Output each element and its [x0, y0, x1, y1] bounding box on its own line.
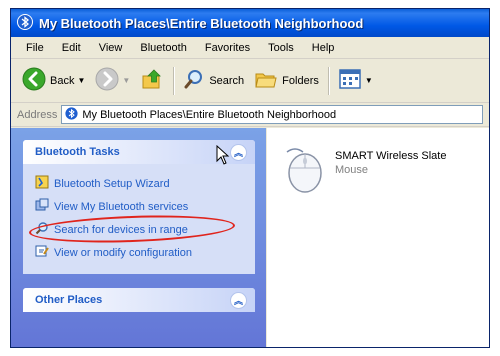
bluetooth-tasks-title: Bluetooth Tasks [35, 146, 120, 158]
task-label: View My Bluetooth services [54, 200, 189, 213]
task-label: Bluetooth Setup Wizard [54, 177, 170, 190]
up-folder-icon [140, 67, 164, 94]
configuration-icon [35, 244, 49, 261]
content-pane: SMART Wireless Slate Mouse [267, 128, 489, 347]
menu-favorites[interactable]: Favorites [196, 42, 259, 54]
menu-edit[interactable]: Edit [53, 42, 90, 54]
back-dropdown-icon[interactable]: ▼ [77, 76, 85, 85]
views-button[interactable]: ▼ [333, 65, 378, 97]
other-places-header[interactable]: Other Places ︽ [23, 288, 255, 312]
collapse-chevron-icon[interactable]: ︽ [230, 143, 247, 161]
address-value: My Bluetooth Places\Entire Bluetooth Nei… [82, 108, 337, 121]
toolbar-separator [327, 66, 329, 95]
mouse-pointer-icon [216, 144, 230, 168]
toolbar-separator [173, 66, 175, 95]
views-icon [338, 68, 362, 93]
wizard-icon [35, 175, 49, 192]
device-name: SMART Wireless Slate [335, 150, 447, 162]
address-label: Address [17, 108, 58, 121]
collapse-chevron-icon[interactable]: ︽ [230, 291, 247, 309]
services-icon [35, 198, 49, 215]
mouse-icon [281, 146, 327, 197]
forward-button[interactable]: ▼ [90, 65, 135, 97]
folders-icon [254, 68, 278, 93]
address-bar: Address My Bluetooth Places\Entire Bluet… [11, 103, 489, 127]
toolbar: Back ▼ ▼ Search Folders ▼ [11, 59, 489, 103]
bluetooth-icon [65, 106, 78, 123]
back-arrow-icon [22, 67, 46, 94]
folders-button[interactable]: Folders [249, 65, 324, 97]
address-field[interactable]: My Bluetooth Places\Entire Bluetooth Nei… [61, 105, 483, 124]
task-search-devices[interactable]: Search for devices in range [28, 212, 255, 246]
menu-bar: File Edit View Bluetooth Favorites Tools… [11, 37, 489, 59]
device-item[interactable]: SMART Wireless Slate Mouse [281, 146, 446, 197]
back-button[interactable]: Back ▼ [17, 65, 90, 97]
forward-dropdown-icon[interactable]: ▼ [122, 76, 130, 85]
bluetooth-icon [17, 13, 33, 33]
task-label: View or modify configuration [54, 246, 192, 259]
menu-help[interactable]: Help [303, 42, 344, 54]
views-dropdown-icon[interactable]: ▼ [365, 76, 373, 85]
menu-tools[interactable]: Tools [259, 42, 303, 54]
title-bar[interactable]: My Bluetooth Places\Entire Bluetooth Nei… [11, 9, 489, 37]
bluetooth-tasks-list: Bluetooth Setup Wizard View My Bluetooth… [23, 164, 255, 274]
search-label: Search [209, 74, 245, 87]
task-modify-configuration[interactable]: View or modify configuration [35, 241, 255, 264]
task-setup-wizard[interactable]: Bluetooth Setup Wizard [35, 172, 255, 195]
explorer-window: My Bluetooth Places\Entire Bluetooth Nei… [10, 8, 490, 348]
folders-label: Folders [282, 74, 319, 87]
other-places-title: Other Places [35, 294, 103, 306]
search-button[interactable]: Search [178, 65, 249, 97]
menu-bluetooth[interactable]: Bluetooth [131, 42, 195, 54]
up-folder-button[interactable] [135, 65, 169, 97]
search-icon [183, 68, 205, 93]
menu-file[interactable]: File [17, 42, 53, 54]
other-places-panel: Other Places ︽ [23, 288, 255, 312]
highlight-circle [28, 212, 236, 246]
forward-arrow-icon [95, 67, 119, 94]
device-type: Mouse [335, 164, 369, 176]
menu-view[interactable]: View [90, 42, 132, 54]
task-view-services[interactable]: View My Bluetooth services [35, 195, 255, 218]
back-label: Back [50, 74, 75, 87]
window-title: My Bluetooth Places\Entire Bluetooth Nei… [39, 15, 364, 31]
